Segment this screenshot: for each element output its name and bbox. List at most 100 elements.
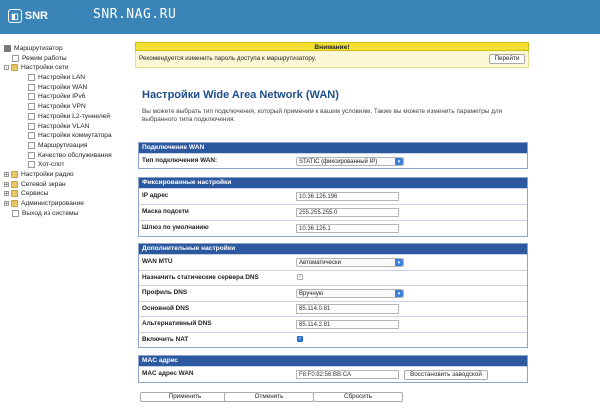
section-mac-address: MAC адрес MAC адрес WAN F8:F0:82:56:BB:C… (138, 355, 528, 383)
sidebar-item-label: Выход из системы (22, 209, 79, 217)
static-dns-checkbox[interactable]: ✓ (297, 274, 303, 280)
sidebar-item-label: Качество обслуживания (38, 151, 112, 159)
dns-profile-value: Вручную (299, 290, 324, 297)
row-ip: IP адрес 10.36.126.196 (139, 188, 527, 204)
folder-icon (11, 64, 18, 72)
sidebar-item-label: Режим работы (22, 54, 67, 62)
sidebar-item[interactable]: Настройки VLAN (4, 122, 132, 132)
ip-label: IP адрес (142, 192, 169, 199)
expand-icon[interactable]: + (4, 181, 9, 187)
row-alt-dns: Альтернативный DNS 85.114.2.81 (139, 316, 527, 332)
row-mask: Маска подсети 255.255.255.0 (139, 204, 527, 220)
gateway-label: Шлюз по умолчанию (142, 224, 209, 231)
sidebar-item[interactable]: Настройки коммутатора (4, 131, 132, 141)
expand-icon[interactable]: + (4, 171, 9, 177)
connection-type-value: STATIC (фиксированный IP) (299, 158, 378, 165)
row-nat: Включить NAT ✓ (139, 331, 527, 348)
sidebar-item[interactable]: Выход из системы (4, 209, 132, 219)
go-change-password-button[interactable]: Перейти (489, 54, 525, 64)
sidebar-item-label: Сервисы (21, 190, 49, 198)
sidebar-item[interactable]: Настройки WAN (4, 83, 132, 93)
sidebar-item-label: Настройки радио (21, 170, 74, 178)
sidebar-item[interactable]: Настройки L2-туннелей (4, 112, 132, 122)
sidebar-item-label: Настройки VPN (38, 103, 86, 111)
default-gateway-input[interactable]: 10.36.126.1 (296, 223, 399, 233)
page-icon (28, 122, 35, 130)
ip-address-input[interactable]: 10.36.126.196 (296, 191, 399, 201)
sidebar-item[interactable]: Хот-спот (4, 160, 132, 170)
page-icon (28, 161, 35, 169)
sidebar-item-label: Сетевой экран (21, 180, 66, 188)
connection-type-select[interactable]: STATIC (фиксированный IP) ▾ (296, 156, 404, 166)
folder-icon (11, 180, 18, 188)
dns-profile-label: Профиль DNS (142, 289, 188, 296)
page-icon (12, 54, 19, 62)
sidebar-item[interactable]: Настройки IPv6 (4, 92, 132, 102)
sidebar-item[interactable]: + Сервисы (4, 189, 132, 199)
warning-box: Рекомендуется изменить пароль доступа к … (135, 51, 529, 68)
row-connection-type: Тип подключения WAN: STATIC (фиксированн… (139, 153, 527, 168)
folder-icon (11, 170, 18, 178)
page-title: Настройки Wide Area Network (WAN) (142, 89, 339, 101)
section-header: Фиксированные настройки (139, 178, 527, 188)
sidebar-item[interactable]: - Настройки сети (4, 63, 132, 73)
row-mac: MAC адрес WAN F8:F0:82:56:BB:CA Восстано… (139, 366, 527, 382)
page-icon (28, 112, 35, 120)
sidebar-item-label: Маршрутизатор (14, 45, 63, 52)
sidebar-item[interactable]: Маршрутизатор (4, 44, 132, 54)
wan-mtu-select[interactable]: Автоматически ▾ (296, 257, 404, 267)
sidebar-item[interactable]: Настройки LAN (4, 73, 132, 83)
alt-dns-label: Альтернативный DNS (142, 320, 212, 327)
logo: ◧ SNR (8, 6, 48, 26)
sidebar-item[interactable]: Режим работы (4, 54, 132, 64)
warning-text: Рекомендуется изменить пароль доступа к … (139, 55, 317, 62)
sidebar-item-label: Настройки VLAN (38, 122, 90, 130)
row-dns-profile: Профиль DNS Вручную ▾ (139, 285, 527, 301)
sidebar-item[interactable]: Маршрутизация (4, 141, 132, 151)
sidebar-item-label: Хот-спот (38, 161, 65, 169)
sidebar-item-label: Настройки WAN (38, 83, 88, 91)
sidebar-item[interactable]: + Администрирование (4, 199, 132, 209)
primary-dns-input[interactable]: 85.114.0.81 (296, 304, 399, 314)
mtu-value: Автоматически (299, 259, 341, 266)
section-wan-connection: Подключение WAN Тип подключения WAN: STA… (138, 142, 528, 169)
sidebar-item[interactable]: Качество обслуживания (4, 151, 132, 161)
sidebar-item[interactable]: + Настройки радио (4, 170, 132, 180)
sidebar-item-label: Настройки сети (21, 64, 69, 72)
sidebar-item[interactable]: + Сетевой экран (4, 180, 132, 190)
sidebar-nav: Маршрутизатор Режим работы - Настройки сети… (4, 44, 132, 218)
mac-address-input[interactable]: F8:F0:82:56:BB:CA (296, 369, 399, 379)
sidebar-item-label: Настройки L2-туннелей (38, 112, 111, 120)
dns-profile-select[interactable]: Вручную ▾ (296, 288, 404, 298)
mtu-label: WAN MTU (142, 258, 173, 265)
row-static-dns: Назначить статические сервера DNS ✓ (139, 269, 527, 286)
top-bar: ◧ SNR SNR.NAG.RU (0, 0, 600, 34)
site-name: SNR.NAG.RU (93, 7, 177, 22)
folder-icon (11, 190, 18, 198)
page-icon (28, 74, 35, 82)
main-content: Внимание! Рекомендуется изменить пароль … (135, 42, 529, 383)
connection-type-label: Тип подключения WAN: (142, 157, 218, 164)
page-icon (12, 209, 19, 217)
page-icon (28, 132, 35, 140)
enable-nat-checkbox[interactable]: ✓ (297, 336, 303, 342)
sidebar-item-label: Настройки LAN (38, 74, 85, 82)
page-description: Вы можете выбрать тип подключения, котор… (142, 108, 503, 123)
sidebar-item[interactable]: Настройки VPN (4, 102, 132, 112)
folder-icon (11, 200, 18, 207)
section-header: Подключение WAN (139, 143, 527, 153)
alternate-dns-input[interactable]: 85.114.2.81 (296, 319, 399, 329)
restore-factory-mac-button[interactable]: Восстановить заводской (404, 369, 488, 380)
computer-icon (4, 45, 11, 52)
row-primary-dns: Основной DNS 85.114.0.81 (139, 300, 527, 317)
expand-icon[interactable]: + (4, 201, 9, 207)
subnet-mask-input[interactable]: 255.255.255.0 (296, 207, 399, 217)
expand-icon[interactable]: + (4, 191, 9, 197)
mac-label: MAC адрес WAN (142, 370, 194, 377)
reset-button[interactable]: Сбросить (313, 392, 403, 402)
collapse-icon[interactable]: - (4, 65, 9, 71)
apply-button[interactable]: Применить (140, 392, 230, 402)
row-mtu: WAN MTU Автоматически ▾ (139, 254, 527, 270)
logo-text: SNR (24, 10, 48, 22)
cancel-button[interactable]: Отменить (224, 392, 314, 402)
